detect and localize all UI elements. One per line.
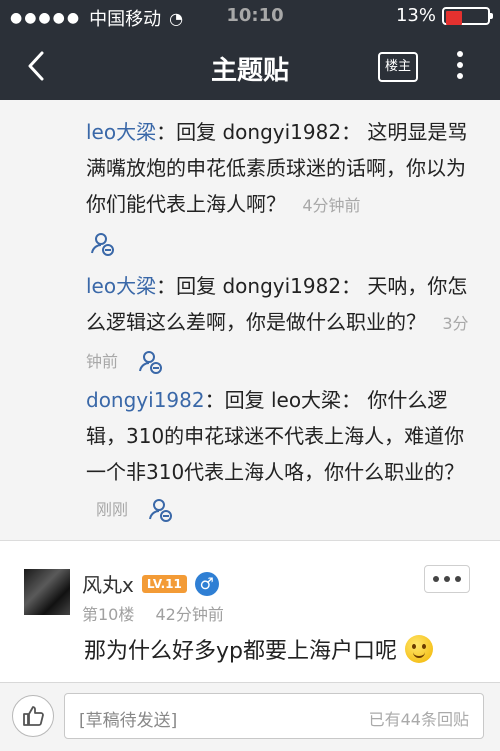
post-author-row: 风丸x LV.11 ♂ [82,569,219,598]
gender-icon: ♂ [194,571,219,596]
reply-prefix: ：回复 [156,120,217,144]
reply-prefix: ：回复 [156,274,217,298]
reply-item: dongyi1982：回复 leo大梁： 你什么逻辑，310的申花球迷不代表上海… [86,382,474,528]
reply-list: leo大梁：回复 dongyi1982： 这明显是骂满嘴放炮的申花低素质球迷的话… [0,100,500,540]
reply-input[interactable]: [草稿待发送] 已有44条回贴 [64,693,484,739]
more-menu-button[interactable] [454,48,466,84]
reply-to-user-icon[interactable] [148,497,174,523]
status-right: 13% [395,5,493,26]
battery-percent: 13% [395,5,436,26]
reply-to-user-icon[interactable] [90,231,116,257]
post-more-button[interactable] [424,565,470,593]
battery-icon [442,6,493,25]
post-text: 那为什么好多yp都要上海户口呢 [84,639,397,664]
status-bar: ●●●●● 中国移动 ◔ 10:10 13% [0,0,500,32]
thumbs-up-icon [23,706,44,726]
reply-input-placeholder: [草稿待发送] [79,711,178,731]
reply-time: 4分钟前 [302,196,361,215]
reply-user-link[interactable]: leo大梁 [86,274,156,298]
reply-target: leo大梁 [270,388,342,412]
reply-target: dongyi1982 [222,120,342,144]
level-badge: LV.11 [141,574,187,593]
reply-to-user-icon[interactable] [138,349,164,375]
reply-item: leo大梁：回复 dongyi1982： 天呐，你怎么逻辑这么差啊，你是做什么职… [86,268,474,380]
like-button[interactable] [12,695,54,737]
reply-bar: [草稿待发送] 已有44条回贴 [0,682,500,751]
reply-count: 已有44条回贴 [368,710,469,729]
post-meta: 第10楼 42分钟前 [82,601,240,625]
floor-number: 第10楼 [82,605,135,624]
reply-target: dongyi1982 [222,274,342,298]
reply-user-link[interactable]: dongyi1982 [86,388,205,412]
floor-post: 风丸x LV.11 ♂ 第10楼 42分钟前 那为什么好多yp都要上海户口呢 [0,541,500,691]
author-name[interactable]: 风丸x [82,569,134,598]
post-time: 42分钟前 [155,605,224,624]
navigation-bar: 主题贴 楼主 [0,32,500,100]
reply-time: 刚刚 [96,500,129,519]
reply-prefix: ：回复 [204,388,265,412]
avatar[interactable] [24,569,70,615]
thread-owner-button[interactable]: 楼主 [378,52,418,82]
smile-emoji-icon [405,635,433,663]
reply-item: leo大梁：回复 dongyi1982： 这明显是骂满嘴放炮的申花低素质球迷的话… [86,114,474,260]
reply-user-link[interactable]: leo大梁 [86,120,156,144]
post-content: 那为什么好多yp都要上海户口呢 [84,633,433,665]
page-title: 主题贴 [210,56,289,86]
